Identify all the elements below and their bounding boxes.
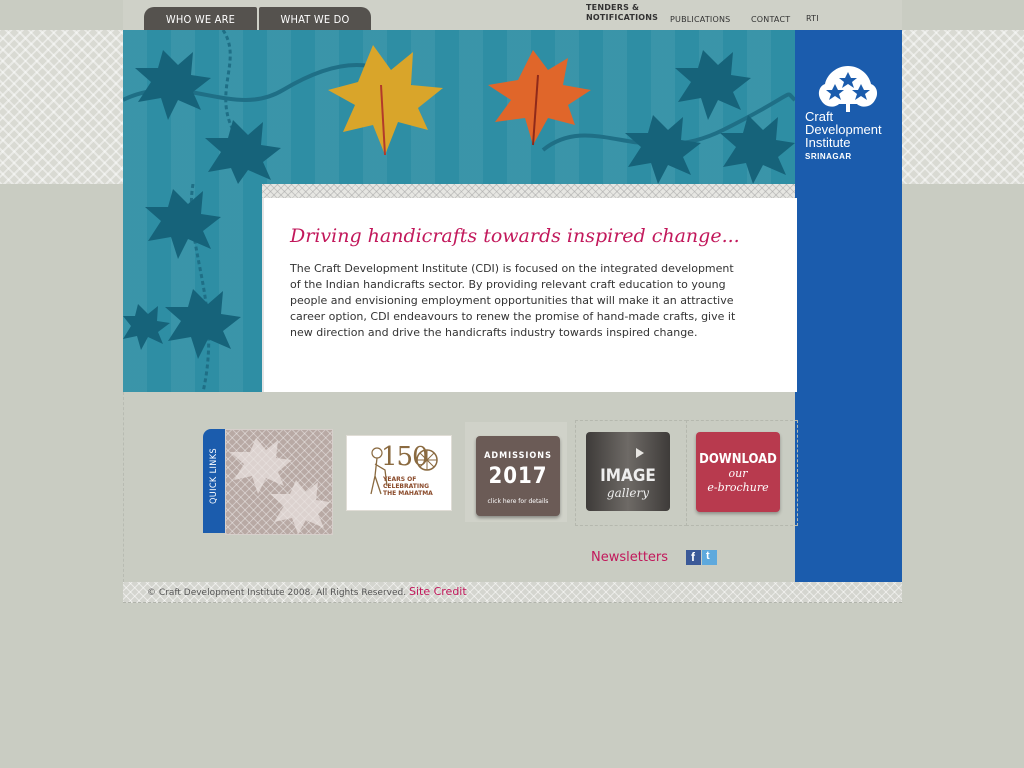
- quick-links-tab: QUICK LINKS: [203, 429, 225, 533]
- page-wrapper: WHO WE ARE WHAT WE DO TENDERS & NOTIFICA…: [123, 0, 902, 603]
- nav-tab-who-we-are[interactable]: WHO WE ARE: [144, 7, 257, 30]
- intro-paragraph: The Craft Development Institute (CDI) is…: [290, 262, 736, 339]
- tenders-link-line2: NOTIFICATIONS: [586, 13, 659, 22]
- contact-link[interactable]: CONTACT: [751, 15, 790, 25]
- logo-wordmark[interactable]: Craft Development Institute: [805, 110, 882, 149]
- content-top-strip: [262, 184, 795, 198]
- play-icon: [636, 448, 644, 458]
- image-gallery-button[interactable]: IMAGE gallery: [586, 432, 670, 511]
- footer: © Craft Development Institute 2008. All …: [123, 582, 902, 603]
- admissions-title: ADMISSIONS: [484, 451, 552, 461]
- facebook-icon[interactable]: f: [686, 550, 701, 565]
- publications-link[interactable]: PUBLICATIONS: [670, 15, 730, 25]
- download-brochure-button[interactable]: DOWNLOAD our e-brochure: [696, 432, 780, 512]
- mahatma-caption-line3: THE MAHATMA: [383, 490, 433, 497]
- page-headline: Driving handicrafts towards inspired cha…: [290, 225, 740, 247]
- download-our: our: [728, 467, 748, 480]
- mahatma-caption-line1: YEARS OF: [383, 476, 417, 483]
- download-ebrochure: e-brochure: [707, 481, 769, 494]
- quick-links-section: QUICK LINKS 150 YEARS OF CELEBRATING THE…: [123, 392, 798, 582]
- intro-panel: Driving handicrafts towards inspired cha…: [262, 198, 797, 392]
- admissions-year: 2017: [488, 464, 548, 489]
- leaf-silhouette-icon: [230, 438, 330, 534]
- top-navigation: WHO WE ARE WHAT WE DO TENDERS & NOTIFICA…: [123, 0, 902, 30]
- twitter-icon[interactable]: t: [702, 550, 717, 565]
- logo-column: Craft Development Institute SRINAGAR: [795, 30, 902, 582]
- nav-tab-what-we-do[interactable]: WHAT WE DO: [259, 7, 371, 30]
- charkha-wheel-icon: [416, 449, 438, 471]
- admissions-2017-button[interactable]: ADMISSIONS 2017 click here for details: [476, 436, 560, 516]
- copyright-text: © Craft Development Institute 2008. All …: [147, 588, 407, 598]
- maple-leaf-pattern-icon: [123, 184, 241, 392]
- footer-copyright-line: © Craft Development Institute 2008. All …: [147, 585, 467, 598]
- logo-line-3: Institute: [805, 135, 851, 150]
- tree-logo-icon: [818, 66, 878, 112]
- logo-subtitle: SRINAGAR: [805, 152, 852, 161]
- mahatma-caption: YEARS OF CELEBRATING THE MAHATMA: [383, 476, 433, 497]
- admissions-cta: click here for details: [487, 498, 549, 505]
- tenders-notifications-link[interactable]: TENDERS & NOTIFICATIONS: [586, 3, 658, 23]
- quick-links-pattern: [225, 429, 333, 535]
- quick-links-label: QUICK LINKS: [209, 447, 219, 505]
- rti-link[interactable]: RTI: [806, 14, 819, 24]
- gallery-subtitle: gallery: [606, 486, 650, 500]
- site-credit-link[interactable]: Site Credit: [409, 585, 467, 598]
- mahatma-caption-line2: CELEBRATING: [383, 483, 430, 490]
- mahatma-150-card[interactable]: 150 YEARS OF CELEBRATING THE MAHATMA: [346, 435, 452, 511]
- hero-banner: [123, 30, 795, 184]
- download-title: DOWNLOAD: [699, 452, 777, 467]
- newsletters-link[interactable]: Newsletters: [591, 550, 668, 565]
- left-decorative-panel: [123, 184, 262, 392]
- gallery-title: IMAGE: [600, 466, 656, 486]
- maple-leaf-decoration-icon: [123, 30, 795, 184]
- tenders-link-line1: TENDERS &: [586, 3, 640, 12]
